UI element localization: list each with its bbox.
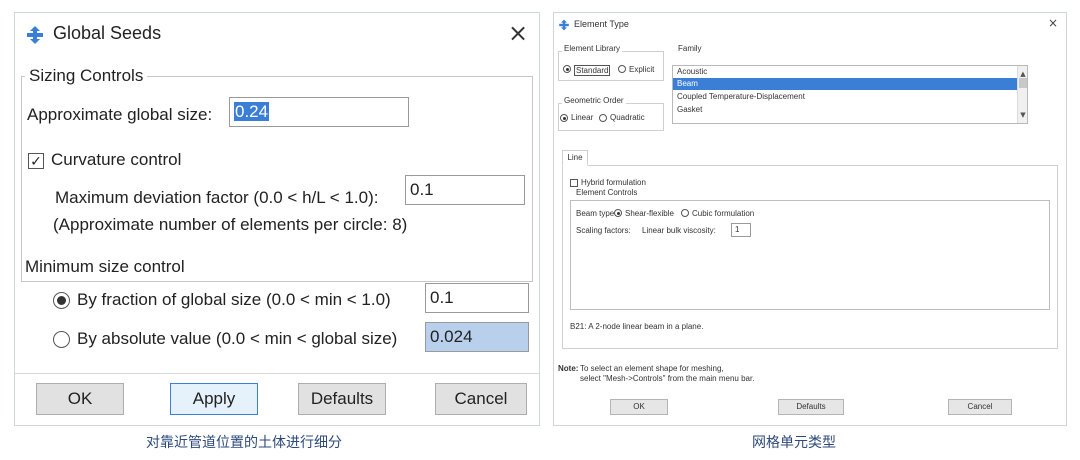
standard-radio[interactable]: [563, 65, 571, 73]
left-caption: 对靠近管道位置的土体进行细分: [146, 435, 342, 451]
scroll-down-icon[interactable]: ▼: [1018, 111, 1028, 119]
standard-label: Standard: [574, 65, 611, 76]
ok-button[interactable]: OK: [610, 399, 668, 415]
shear-flexible-radio[interactable]: [614, 209, 622, 217]
title-bar: Global Seeds ×: [15, 13, 539, 55]
close-icon[interactable]: ×: [505, 19, 531, 47]
cubic-label: Cubic formulation: [692, 209, 755, 218]
linear-bulk-label: Linear bulk viscosity:: [642, 226, 716, 235]
element-controls-legend: Element Controls: [574, 188, 640, 197]
abaqus-logo-icon: [27, 26, 43, 44]
approx-elements-note: (Approximate number of elements per circ…: [53, 215, 408, 234]
scroll-up-icon[interactable]: ▲: [1018, 70, 1028, 78]
cubic-radio[interactable]: [681, 209, 689, 217]
beam-type-label: Beam type:: [576, 209, 617, 218]
defaults-button[interactable]: Defaults: [298, 383, 386, 415]
close-icon[interactable]: ×: [1048, 16, 1058, 30]
family-list[interactable]: Acoustic Beam Coupled Temperature-Displa…: [672, 65, 1028, 124]
sizing-controls-legend: Sizing Controls: [25, 66, 148, 86]
family-item-coupled[interactable]: Coupled Temperature-Displacement: [673, 91, 1018, 103]
approx-size-value: 0.24: [234, 102, 270, 121]
tab-line[interactable]: Line: [562, 150, 588, 166]
family-scrollbar[interactable]: ▲ ▼: [1017, 66, 1027, 123]
right-caption: 网格单元类型: [752, 435, 836, 451]
divider: [15, 373, 539, 374]
family-legend: Family: [676, 44, 704, 53]
global-seeds-dialog: Global Seeds × Sizing Controls Approxima…: [14, 12, 540, 426]
approx-size-label: Approximate global size:: [27, 105, 213, 124]
explicit-label: Explicit: [629, 65, 655, 74]
family-item-gasket[interactable]: Gasket: [673, 104, 1018, 116]
note-label: Note:: [558, 364, 579, 373]
dialog-title: Element Type: [574, 19, 629, 29]
absolute-radio[interactable]: [53, 331, 70, 348]
abaqus-logo-icon: [559, 19, 569, 31]
note-line-1: To select an element shape for meshing,: [580, 364, 724, 373]
linear-label: Linear: [571, 113, 594, 122]
explicit-radio[interactable]: [618, 65, 626, 73]
cancel-button[interactable]: Cancel: [948, 399, 1012, 415]
element-type-dialog: Element Type × Element Library Standard …: [553, 12, 1067, 426]
absolute-label: By absolute value (0.0 < min < global si…: [77, 329, 398, 348]
shear-flexible-label: Shear-flexible: [625, 209, 674, 218]
element-description: B21: A 2-node linear beam in a plane.: [570, 322, 704, 331]
dialog-title: Global Seeds: [53, 23, 162, 43]
scroll-thumb[interactable]: [1019, 78, 1027, 88]
linear-bulk-input[interactable]: 1: [731, 223, 751, 237]
curvature-label: Curvature control: [51, 150, 182, 169]
hybrid-label: Hybrid formulation: [581, 178, 646, 187]
fraction-radio[interactable]: [53, 292, 70, 309]
family-item-beam[interactable]: Beam: [673, 78, 1018, 90]
max-deviation-label: Maximum deviation factor (0.0 < h/L < 1.…: [55, 188, 379, 207]
curvature-checkbox[interactable]: ✓: [28, 153, 44, 169]
scaling-factors-label: Scaling factors:: [576, 226, 631, 235]
absolute-input[interactable]: 0.024: [425, 322, 529, 352]
hybrid-checkbox[interactable]: [570, 179, 578, 187]
defaults-button[interactable]: Defaults: [778, 399, 844, 415]
approx-size-input[interactable]: 0.24: [229, 97, 409, 127]
geometric-order-legend: Geometric Order: [562, 96, 626, 105]
min-size-label: Minimum size control: [25, 257, 185, 276]
note-line-2: select "Mesh->Controls" from the main me…: [580, 374, 755, 383]
fraction-input[interactable]: 0.1: [425, 283, 529, 313]
linear-radio[interactable]: [560, 114, 568, 122]
family-item-acoustic[interactable]: Acoustic: [673, 66, 1018, 78]
max-deviation-input[interactable]: 0.1: [405, 175, 525, 205]
ok-button[interactable]: OK: [36, 383, 124, 415]
quadratic-radio[interactable]: [599, 114, 607, 122]
fraction-label: By fraction of global size (0.0 < min < …: [77, 290, 391, 309]
cancel-button[interactable]: Cancel: [435, 383, 527, 415]
apply-button[interactable]: Apply: [170, 383, 258, 415]
element-library-legend: Element Library: [562, 44, 623, 53]
quadratic-label: Quadratic: [610, 113, 645, 122]
